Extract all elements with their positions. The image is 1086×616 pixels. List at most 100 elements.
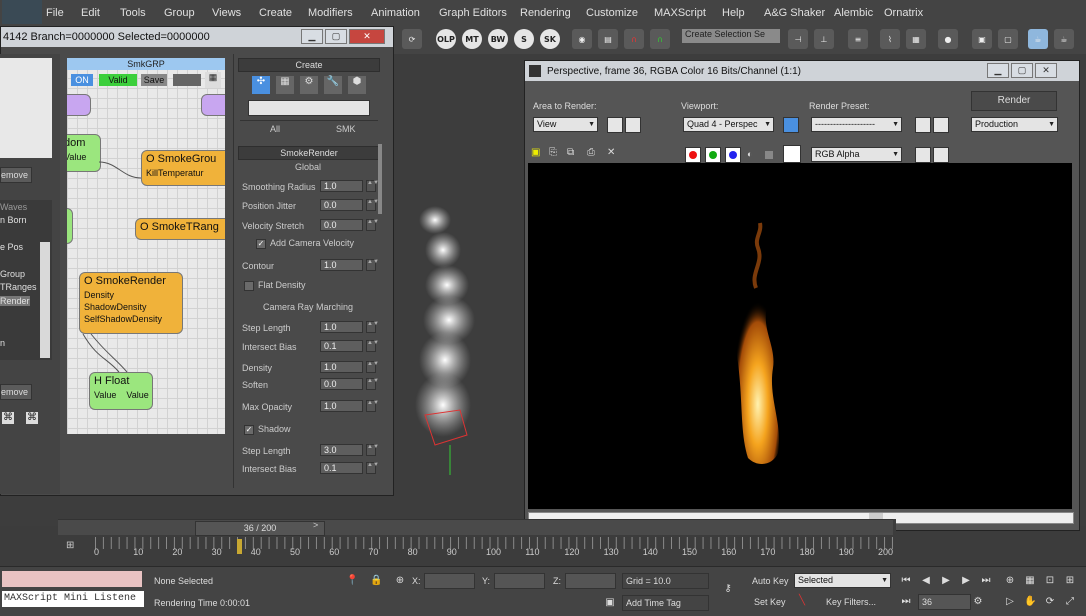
key-mode-dropdown[interactable]: Selected xyxy=(794,573,891,588)
blue-channel-toggle[interactable] xyxy=(725,147,741,163)
remove-button-bottom[interactable]: emove xyxy=(0,384,32,400)
soften-field[interactable]: 0.0 xyxy=(320,378,363,390)
shadow-intersect-bias-field[interactable]: 0.1 xyxy=(320,462,363,474)
zoom-all-icon[interactable]: ▦ xyxy=(1024,575,1036,587)
maxscript-listener-input[interactable]: MAXScript Mini Listene xyxy=(2,591,144,607)
shadow-step-length-field[interactable]: 3.0 xyxy=(320,444,363,456)
tool-icon[interactable]: ⌘ xyxy=(2,412,14,424)
menu-maxscript[interactable]: MAXScript xyxy=(654,7,706,19)
tab-smk[interactable]: SMK xyxy=(336,124,356,134)
set-key-icon[interactable]: ╲ xyxy=(796,595,808,607)
cube-icon[interactable]: ⬢ xyxy=(348,76,366,94)
key-filters-button[interactable]: Key Filters... xyxy=(826,597,876,607)
mt-button[interactable]: MT xyxy=(462,29,482,49)
field-of-view-icon[interactable]: ▷ xyxy=(1004,596,1016,608)
shadow-step-length-spinner[interactable]: ▲▼ xyxy=(366,444,379,456)
layer-manager-icon[interactable]: ≡ xyxy=(848,29,868,49)
magnet-snap-icon[interactable]: ∩ xyxy=(624,29,644,49)
clone-window-icon[interactable]: ⧉ xyxy=(567,147,579,159)
print-icon[interactable]: ⎙ xyxy=(587,147,599,159)
smokerender-rollout-header[interactable]: SmokeRender xyxy=(238,146,380,160)
smoothing-radius-field[interactable]: 1.0 xyxy=(320,180,363,192)
density-field[interactable]: 1.0 xyxy=(320,361,363,373)
auto-key-button[interactable]: Auto Key xyxy=(752,576,789,586)
list-item[interactable]: Group xyxy=(0,269,25,279)
position-jitter-spinner[interactable]: ▲▼ xyxy=(366,199,379,211)
particle-grid-icon[interactable]: ✣ xyxy=(252,76,270,94)
time-tag-icon[interactable]: ▣ xyxy=(604,597,616,609)
area-to-render-dropdown[interactable]: View xyxy=(533,117,598,132)
zoom-extents-icon[interactable]: ⊡ xyxy=(1044,575,1056,587)
render-output[interactable] xyxy=(528,163,1072,509)
render-preset-dropdown[interactable]: -------------------- xyxy=(811,117,902,132)
render-production-icon[interactable]: ☕ xyxy=(1028,29,1048,49)
gear-icon[interactable]: ⚙ xyxy=(300,76,318,94)
auto-region-icon[interactable] xyxy=(625,117,641,133)
key-icon[interactable]: ⚷ xyxy=(716,583,740,595)
menu-group[interactable]: Group xyxy=(164,7,195,19)
red-channel-toggle[interactable] xyxy=(685,147,701,163)
list-item[interactable]: TRanges xyxy=(0,282,37,292)
menu-ornatrix[interactable]: Ornatrix xyxy=(884,7,923,19)
list-item[interactable]: n xyxy=(0,338,5,348)
layer-icon[interactable]: ▤ xyxy=(598,29,618,49)
goto-end-icon[interactable]: ⏭ xyxy=(980,575,992,587)
next-key-icon[interactable]: ▶ xyxy=(960,575,972,587)
time-config-icon[interactable]: ⚙ xyxy=(972,596,984,608)
contour-spinner[interactable]: ▲▼ xyxy=(366,259,379,271)
flat-density-checkbox[interactable] xyxy=(244,281,254,291)
prev-key-icon[interactable]: ◀ xyxy=(920,575,932,587)
orbit-icon[interactable]: ⟳ xyxy=(1044,596,1056,608)
calculator-icon[interactable]: ▦ xyxy=(276,76,294,94)
add-time-tag-button[interactable]: Add Time Tag xyxy=(622,595,709,611)
tab-all[interactable]: All xyxy=(270,124,280,134)
render-button[interactable]: Render xyxy=(971,91,1057,111)
soften-spinner[interactable]: ▲▼ xyxy=(366,378,379,390)
arc-rotate-icon[interactable]: ⟳ xyxy=(402,29,422,49)
rendered-frame-icon[interactable]: ▢ xyxy=(998,29,1018,49)
list-item[interactable]: e Pos xyxy=(0,242,23,252)
node-list-top[interactable] xyxy=(0,58,52,158)
velocity-stretch-spinner[interactable]: ▲▼ xyxy=(366,219,379,231)
menu-file[interactable]: File xyxy=(46,7,64,19)
selection-set-dropdown[interactable]: Create Selection Se xyxy=(682,29,780,43)
max-opacity-field[interactable]: 1.0 xyxy=(320,400,363,412)
menu-help[interactable]: Help xyxy=(722,7,745,19)
zoom-icon[interactable]: ⊕ xyxy=(1004,575,1016,587)
menu-create[interactable]: Create xyxy=(259,7,292,19)
set-key-button[interactable]: Set Key xyxy=(754,597,786,607)
intersect-bias-spinner[interactable]: ▲▼ xyxy=(366,340,379,352)
clear-icon[interactable]: ✕ xyxy=(607,147,619,159)
material-editor-icon[interactable]: ● xyxy=(938,29,958,49)
menu-tools[interactable]: Tools xyxy=(120,7,146,19)
menu-alembic[interactable]: Alembic xyxy=(834,7,873,19)
maximize-button[interactable]: ▢ xyxy=(325,29,347,44)
lock-viewport-icon[interactable] xyxy=(783,117,799,133)
menu-animation[interactable]: Animation xyxy=(371,7,420,19)
menu-graph-editors[interactable]: Graph Editors xyxy=(439,7,507,19)
render-iterative-icon[interactable]: ☕ xyxy=(1054,29,1074,49)
render-setup-icon[interactable] xyxy=(915,117,931,133)
intersect-bias-field[interactable]: 0.1 xyxy=(320,340,363,352)
key-mode-icon[interactable]: ⏭ xyxy=(900,596,912,608)
environment-icon[interactable] xyxy=(933,117,949,133)
list-item[interactable]: n Born xyxy=(0,215,27,225)
render-setup-icon[interactable]: ▣ xyxy=(972,29,992,49)
lock-icon[interactable]: 🔒 xyxy=(370,575,382,587)
goto-start-icon[interactable]: ⏮ xyxy=(900,575,912,587)
sk-button[interactable]: SK xyxy=(540,29,560,49)
render-window-titlebar[interactable]: Perspective, frame 36, RGBA Color 16 Bit… xyxy=(525,61,1079,81)
velocity-stretch-field[interactable]: 0.0 xyxy=(320,219,363,231)
panel-toggle-icon[interactable] xyxy=(933,147,949,163)
position-jitter-field[interactable]: 0.0 xyxy=(320,199,363,211)
wrench-icon[interactable]: 🔧 xyxy=(324,76,342,94)
render-maximize-button[interactable]: ▢ xyxy=(1011,63,1033,78)
list-scrollbar[interactable] xyxy=(40,242,50,358)
smk-window-titlebar[interactable]: 4142 Branch=0000000 Selected=0000000 ▁ ▢… xyxy=(1,27,393,47)
current-frame-field[interactable]: 36 xyxy=(918,594,971,610)
panel-scrollbar[interactable] xyxy=(378,144,382,214)
sk-round-button[interactable]: S xyxy=(514,29,534,49)
y-coordinate-field[interactable] xyxy=(494,573,545,589)
remove-button-top[interactable]: emove xyxy=(0,167,32,183)
olp-button[interactable]: OLP xyxy=(436,29,456,49)
